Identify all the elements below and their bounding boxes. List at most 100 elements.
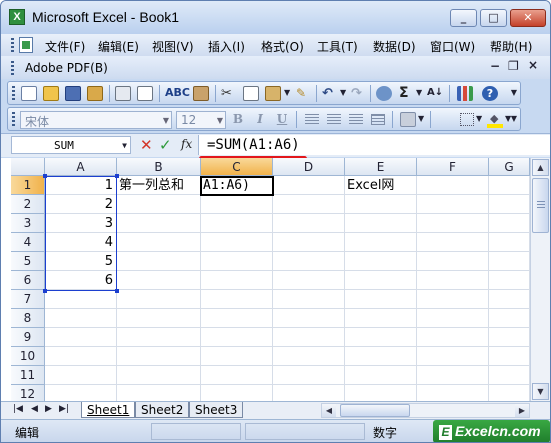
- grid-cell[interactable]: [117, 252, 201, 271]
- grid-cell[interactable]: [273, 309, 345, 328]
- grid-cell[interactable]: [201, 309, 273, 328]
- menu-file[interactable]: 文件(F): [45, 38, 85, 55]
- range-handle[interactable]: [115, 174, 119, 178]
- menu-edit[interactable]: 编辑(E): [98, 38, 139, 55]
- grid-cell[interactable]: [117, 290, 201, 309]
- grid-cell[interactable]: [273, 176, 345, 195]
- grid-cell[interactable]: [417, 195, 489, 214]
- grid-cell[interactable]: [345, 233, 417, 252]
- menu-window[interactable]: 窗口(W): [430, 38, 475, 55]
- grid-cell[interactable]: [273, 290, 345, 309]
- grid-cell[interactable]: [201, 233, 273, 252]
- cell-a6[interactable]: 6: [45, 271, 117, 290]
- sheet-tab-1[interactable]: Sheet1: [81, 402, 136, 418]
- grid-cell[interactable]: [117, 233, 201, 252]
- undo-dropdown-icon[interactable]: ▼: [340, 88, 346, 97]
- worksheet-grid[interactable]: A B C D E F G 1 2 3 4 5 6 7 8 9 10 11 12…: [1, 158, 550, 401]
- autosum-icon[interactable]: Σ: [399, 86, 415, 101]
- cell-b1[interactable]: 第一列总和: [117, 176, 201, 195]
- adobe-grip[interactable]: [11, 61, 14, 75]
- permission-icon[interactable]: [87, 86, 103, 101]
- grid-cell[interactable]: [489, 195, 530, 214]
- column-header-f[interactable]: F: [417, 158, 489, 176]
- sheet-tab-3[interactable]: Sheet3: [189, 402, 244, 418]
- column-header-b[interactable]: B: [117, 158, 201, 176]
- toolbar-grip[interactable]: [12, 112, 15, 126]
- bold-button[interactable]: B: [230, 112, 246, 127]
- insert-function-icon[interactable]: fx: [181, 137, 192, 151]
- grid-cell[interactable]: [273, 214, 345, 233]
- align-right-icon[interactable]: [349, 114, 363, 125]
- grid-cell[interactable]: [489, 347, 530, 366]
- formula-input[interactable]: =SUM(A1:A6): [198, 135, 550, 155]
- grid-cell[interactable]: [273, 328, 345, 347]
- grid-cell[interactable]: [201, 214, 273, 233]
- cell-e1[interactable]: Excel网: [345, 176, 417, 195]
- fill-color-icon[interactable]: ◆: [487, 112, 503, 128]
- grid-cell[interactable]: [417, 347, 489, 366]
- column-header-e[interactable]: E: [345, 158, 417, 176]
- cell-a3[interactable]: 3: [45, 214, 117, 233]
- chart-wizard-icon[interactable]: [457, 86, 473, 101]
- grid-cell[interactable]: [45, 309, 117, 328]
- grid-cell[interactable]: [489, 233, 530, 252]
- doc-close-button[interactable]: ×: [528, 58, 538, 72]
- grid-cell[interactable]: [489, 176, 530, 195]
- grid-cell[interactable]: [273, 366, 345, 385]
- hyperlink-icon[interactable]: [376, 86, 392, 101]
- grid-cell[interactable]: [117, 366, 201, 385]
- underline-button[interactable]: U: [274, 112, 290, 127]
- grid-cell[interactable]: [489, 309, 530, 328]
- row-header-4[interactable]: 4: [11, 233, 45, 252]
- format-painter-icon[interactable]: ✎: [296, 86, 312, 101]
- scroll-right-icon[interactable]: ▶: [515, 404, 529, 417]
- grid-cell[interactable]: [417, 366, 489, 385]
- undo-icon[interactable]: ↶: [322, 86, 338, 101]
- row-header-5[interactable]: 5: [11, 252, 45, 271]
- sort-ascending-icon[interactable]: A↓: [427, 86, 443, 101]
- grid-cell[interactable]: [45, 290, 117, 309]
- grid-cell[interactable]: [201, 195, 273, 214]
- row-header-9[interactable]: 9: [11, 328, 45, 347]
- grid-cell[interactable]: [417, 385, 489, 401]
- grid-cell[interactable]: [117, 347, 201, 366]
- toolbar-grip[interactable]: [12, 86, 15, 100]
- grid-cell[interactable]: [345, 328, 417, 347]
- grid-cell[interactable]: [489, 214, 530, 233]
- grid-cell[interactable]: [417, 176, 489, 195]
- currency-dropdown-icon[interactable]: ▼: [418, 114, 424, 123]
- new-icon[interactable]: [21, 86, 37, 101]
- menu-help[interactable]: 帮助(H): [490, 38, 532, 55]
- row-header-10[interactable]: 10: [11, 347, 45, 366]
- align-left-icon[interactable]: [305, 114, 319, 125]
- last-sheet-icon[interactable]: ▶|: [59, 404, 69, 414]
- row-header-12[interactable]: 12: [11, 385, 45, 401]
- next-sheet-icon[interactable]: ▶: [45, 404, 52, 414]
- grid-cell[interactable]: [489, 252, 530, 271]
- grid-cell[interactable]: [417, 271, 489, 290]
- grid-cell[interactable]: [201, 290, 273, 309]
- borders-dropdown-icon[interactable]: ▼: [476, 114, 482, 123]
- menu-tools[interactable]: 工具(T): [317, 38, 358, 55]
- doc-restore-button[interactable]: ❐: [508, 59, 519, 73]
- row-header-8[interactable]: 8: [11, 309, 45, 328]
- grid-cell[interactable]: [117, 195, 201, 214]
- align-center-icon[interactable]: [327, 114, 341, 125]
- cell-a5[interactable]: 5: [45, 252, 117, 271]
- column-header-a[interactable]: A: [45, 158, 117, 176]
- first-sheet-icon[interactable]: |◀: [13, 404, 23, 414]
- grid-cell[interactable]: [201, 252, 273, 271]
- cell-a1[interactable]: 1: [45, 176, 117, 195]
- range-handle[interactable]: [43, 174, 47, 178]
- grid-cell[interactable]: [489, 366, 530, 385]
- grid-cell[interactable]: [117, 309, 201, 328]
- scroll-thumb[interactable]: [532, 178, 549, 233]
- grid-cell[interactable]: [201, 347, 273, 366]
- column-header-c[interactable]: C: [201, 158, 273, 176]
- scroll-up-icon[interactable]: ▲: [532, 159, 549, 176]
- grid-cell[interactable]: [117, 328, 201, 347]
- grid-cell[interactable]: [201, 271, 273, 290]
- grid-cell[interactable]: [273, 195, 345, 214]
- grid-cell[interactable]: [345, 385, 417, 401]
- grid-cell[interactable]: [345, 271, 417, 290]
